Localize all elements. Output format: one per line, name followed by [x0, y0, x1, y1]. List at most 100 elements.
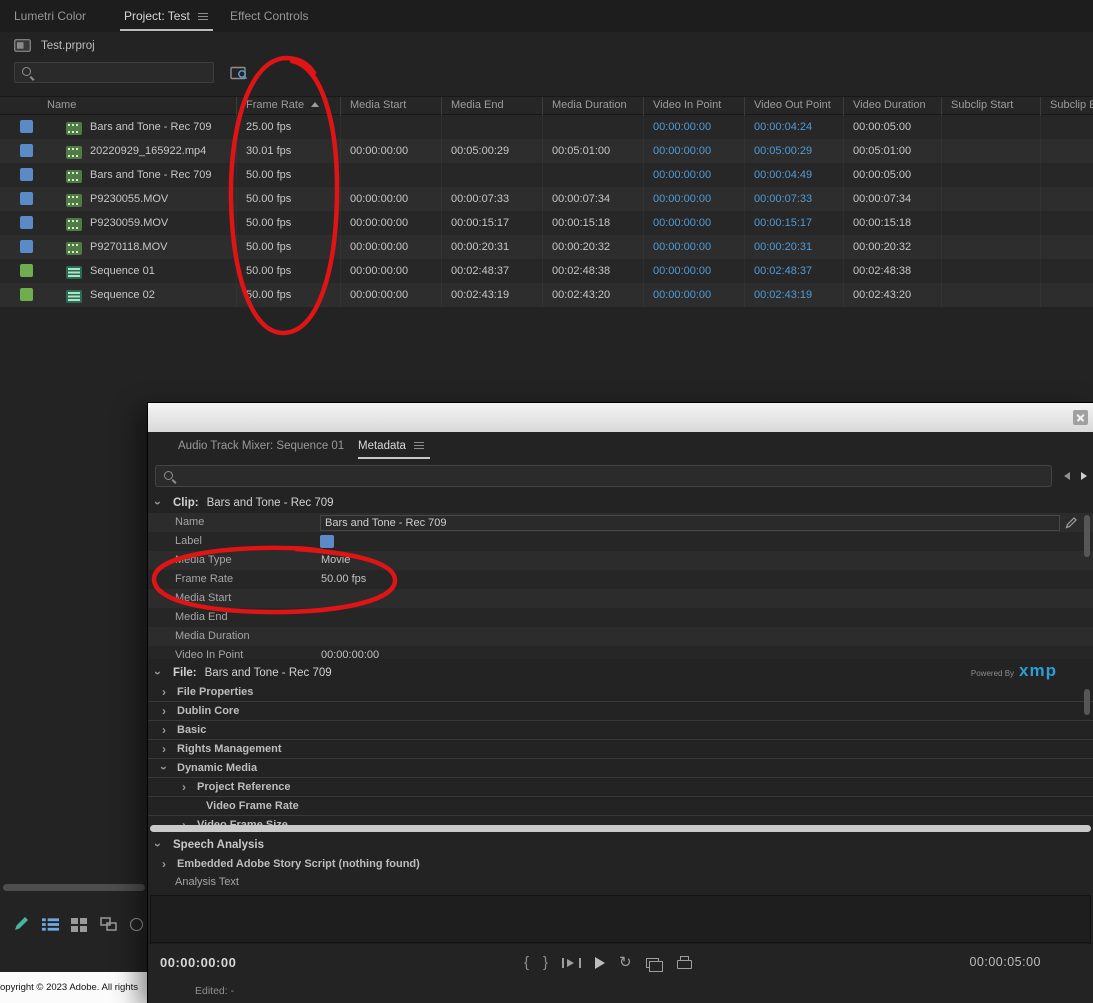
column-header-frame-rate[interactable]: Frame Rate: [236, 97, 340, 116]
mark-out-brace-icon[interactable]: [543, 955, 548, 970]
chevron-down-icon[interactable]: [156, 839, 165, 851]
panel-menu-icon[interactable]: [197, 12, 208, 21]
chevron-down-icon[interactable]: [162, 762, 171, 774]
video-in-cell[interactable]: 00:00:00:00: [643, 235, 744, 259]
video-in-cell[interactable]: 00:00:00:00: [643, 187, 744, 211]
clip-name[interactable]: P9230059.MOV: [90, 211, 168, 235]
metadata-search-input[interactable]: [182, 470, 1044, 482]
horizontal-scrollbar[interactable]: [150, 825, 1091, 832]
video-in-cell[interactable]: 00:00:00:00: [643, 259, 744, 283]
project-file-row[interactable]: Test.prproj: [14, 39, 95, 52]
column-header-subclip-end[interactable]: Subclip End: [1040, 97, 1093, 116]
video-out-cell[interactable]: 00:00:20:31: [744, 235, 843, 259]
clip-name[interactable]: 20220929_165922.mp4: [90, 139, 206, 163]
video-out-cell[interactable]: 00:00:04:49: [744, 163, 843, 187]
video-in-cell[interactable]: 00:00:00:00: [643, 283, 744, 307]
label-color-swatch[interactable]: [20, 288, 33, 301]
label-color-swatch[interactable]: [20, 216, 33, 229]
table-row[interactable]: P9270118.MOV 50.00 fps 00:00:00:00 00:00…: [0, 235, 1093, 259]
play-icon[interactable]: [595, 956, 606, 969]
zoom-slider-knob[interactable]: [130, 917, 143, 931]
column-header-media-end[interactable]: Media End: [441, 97, 542, 116]
column-header-video-duration[interactable]: Video Duration: [843, 97, 941, 116]
printer-icon[interactable]: [676, 955, 692, 969]
sequence-name[interactable]: Sequence 01: [90, 259, 155, 283]
video-out-cell[interactable]: 00:02:48:37: [744, 259, 843, 283]
metadata-section-row[interactable]: Video Frame Size: [148, 816, 1093, 825]
previous-arrow-icon[interactable]: [1064, 472, 1070, 480]
table-row[interactable]: Bars and Tone - Rec 709 50.00 fps 00:00:…: [0, 163, 1093, 187]
panel-titlebar[interactable]: [148, 403, 1093, 432]
label-color-swatch[interactable]: [20, 240, 33, 253]
video-out-cell[interactable]: 00:00:15:17: [744, 211, 843, 235]
video-out-cell[interactable]: 00:05:00:29: [744, 139, 843, 163]
label-color-swatch[interactable]: [20, 168, 33, 181]
video-in-cell[interactable]: 00:00:00:00: [643, 211, 744, 235]
video-out-cell[interactable]: 00:00:07:33: [744, 187, 843, 211]
video-out-cell[interactable]: 00:02:43:19: [744, 283, 843, 307]
vertical-scrollbar[interactable]: [1084, 515, 1090, 557]
clip-name-field[interactable]: [320, 514, 1060, 531]
clip-name[interactable]: P9270118.MOV: [90, 235, 167, 259]
table-row[interactable]: P9230055.MOV 50.00 fps 00:00:00:00 00:00…: [0, 187, 1093, 211]
column-header-video-out[interactable]: Video Out Point: [744, 97, 843, 116]
chevron-down-icon[interactable]: [156, 667, 165, 679]
table-row[interactable]: P9230059.MOV 50.00 fps 00:00:00:00 00:00…: [0, 211, 1093, 235]
chevron-right-icon[interactable]: [182, 781, 191, 793]
chevron-down-icon[interactable]: [156, 497, 165, 509]
icon-view-icon[interactable]: [71, 917, 88, 932]
list-view-icon[interactable]: [42, 917, 59, 932]
chevron-right-icon[interactable]: [162, 743, 171, 755]
label-color-swatch[interactable]: [320, 535, 334, 548]
sequence-name[interactable]: Sequence 02: [90, 283, 155, 307]
tab-metadata[interactable]: Metadata: [358, 432, 424, 460]
speech-analysis-header[interactable]: Speech Analysis: [156, 835, 264, 854]
clip-section-header[interactable]: Clip: Bars and Tone - Rec 709: [156, 493, 334, 513]
table-row[interactable]: Sequence 02 50.00 fps 00:00:00:00 00:02:…: [0, 283, 1093, 307]
column-header-video-in[interactable]: Video In Point: [643, 97, 744, 116]
clip-name[interactable]: P9230055.MOV: [90, 187, 168, 211]
tab-project[interactable]: Project: Test: [124, 0, 208, 32]
new-search-bin-button[interactable]: [228, 62, 250, 82]
video-out-cell[interactable]: 00:00:04:24: [744, 115, 843, 139]
label-color-swatch[interactable]: [20, 264, 33, 277]
analysis-text-area[interactable]: [150, 895, 1091, 943]
loop-icon[interactable]: [619, 955, 632, 970]
video-in-cell[interactable]: 00:00:00:00: [643, 163, 744, 187]
panel-menu-icon[interactable]: [413, 441, 424, 450]
close-icon[interactable]: [1073, 410, 1088, 425]
column-header-media-start[interactable]: Media Start: [340, 97, 441, 116]
chevron-right-icon[interactable]: [162, 858, 171, 870]
table-row[interactable]: 20220929_165922.mp4 30.01 fps 00:00:00:0…: [0, 139, 1093, 163]
tab-lumetri-color[interactable]: Lumetri Color: [14, 0, 86, 32]
stacked-frames-icon[interactable]: [645, 957, 664, 972]
label-color-swatch[interactable]: [20, 144, 33, 157]
table-row[interactable]: Bars and Tone - Rec 709 25.00 fps 00:00:…: [0, 115, 1093, 139]
metadata-section-row[interactable]: Rights Management: [148, 740, 1093, 759]
vertical-scrollbar[interactable]: [1084, 689, 1090, 715]
project-search-input[interactable]: [40, 66, 207, 79]
play-in-to-out-icon[interactable]: [562, 957, 581, 969]
file-section-header[interactable]: File: Bars and Tone - Rec 709: [156, 663, 332, 683]
chevron-right-icon[interactable]: [162, 724, 171, 736]
freeform-view-icon[interactable]: [100, 916, 118, 932]
table-row[interactable]: Sequence 01 50.00 fps 00:00:00:00 00:02:…: [0, 259, 1093, 283]
tab-audio-track-mixer[interactable]: Audio Track Mixer: Sequence 01: [178, 432, 344, 460]
tab-effect-controls[interactable]: Effect Controls: [230, 0, 308, 32]
video-in-cell[interactable]: 00:00:00:00: [643, 115, 744, 139]
horizontal-scrollbar[interactable]: [3, 884, 145, 891]
column-header-subclip-start[interactable]: Subclip Start: [941, 97, 1040, 116]
chevron-right-icon[interactable]: [162, 705, 171, 717]
clip-name[interactable]: Bars and Tone - Rec 709: [90, 163, 211, 187]
column-header-name[interactable]: Name: [0, 97, 236, 116]
video-in-cell[interactable]: 00:00:00:00: [643, 139, 744, 163]
project-writable-pencil-icon[interactable]: [12, 915, 30, 933]
current-timecode[interactable]: 00:00:00:00: [160, 944, 236, 981]
field-value[interactable]: 00:00:00:00: [321, 646, 379, 659]
metadata-section-row[interactable]: Dublin Core: [148, 702, 1093, 721]
metadata-section-row[interactable]: File Properties: [148, 683, 1093, 702]
label-color-swatch[interactable]: [20, 120, 33, 133]
next-arrow-icon[interactable]: [1081, 472, 1087, 480]
mark-in-brace-icon[interactable]: [524, 955, 529, 970]
metadata-section-row[interactable]: Video Frame Rate: [148, 797, 1093, 816]
